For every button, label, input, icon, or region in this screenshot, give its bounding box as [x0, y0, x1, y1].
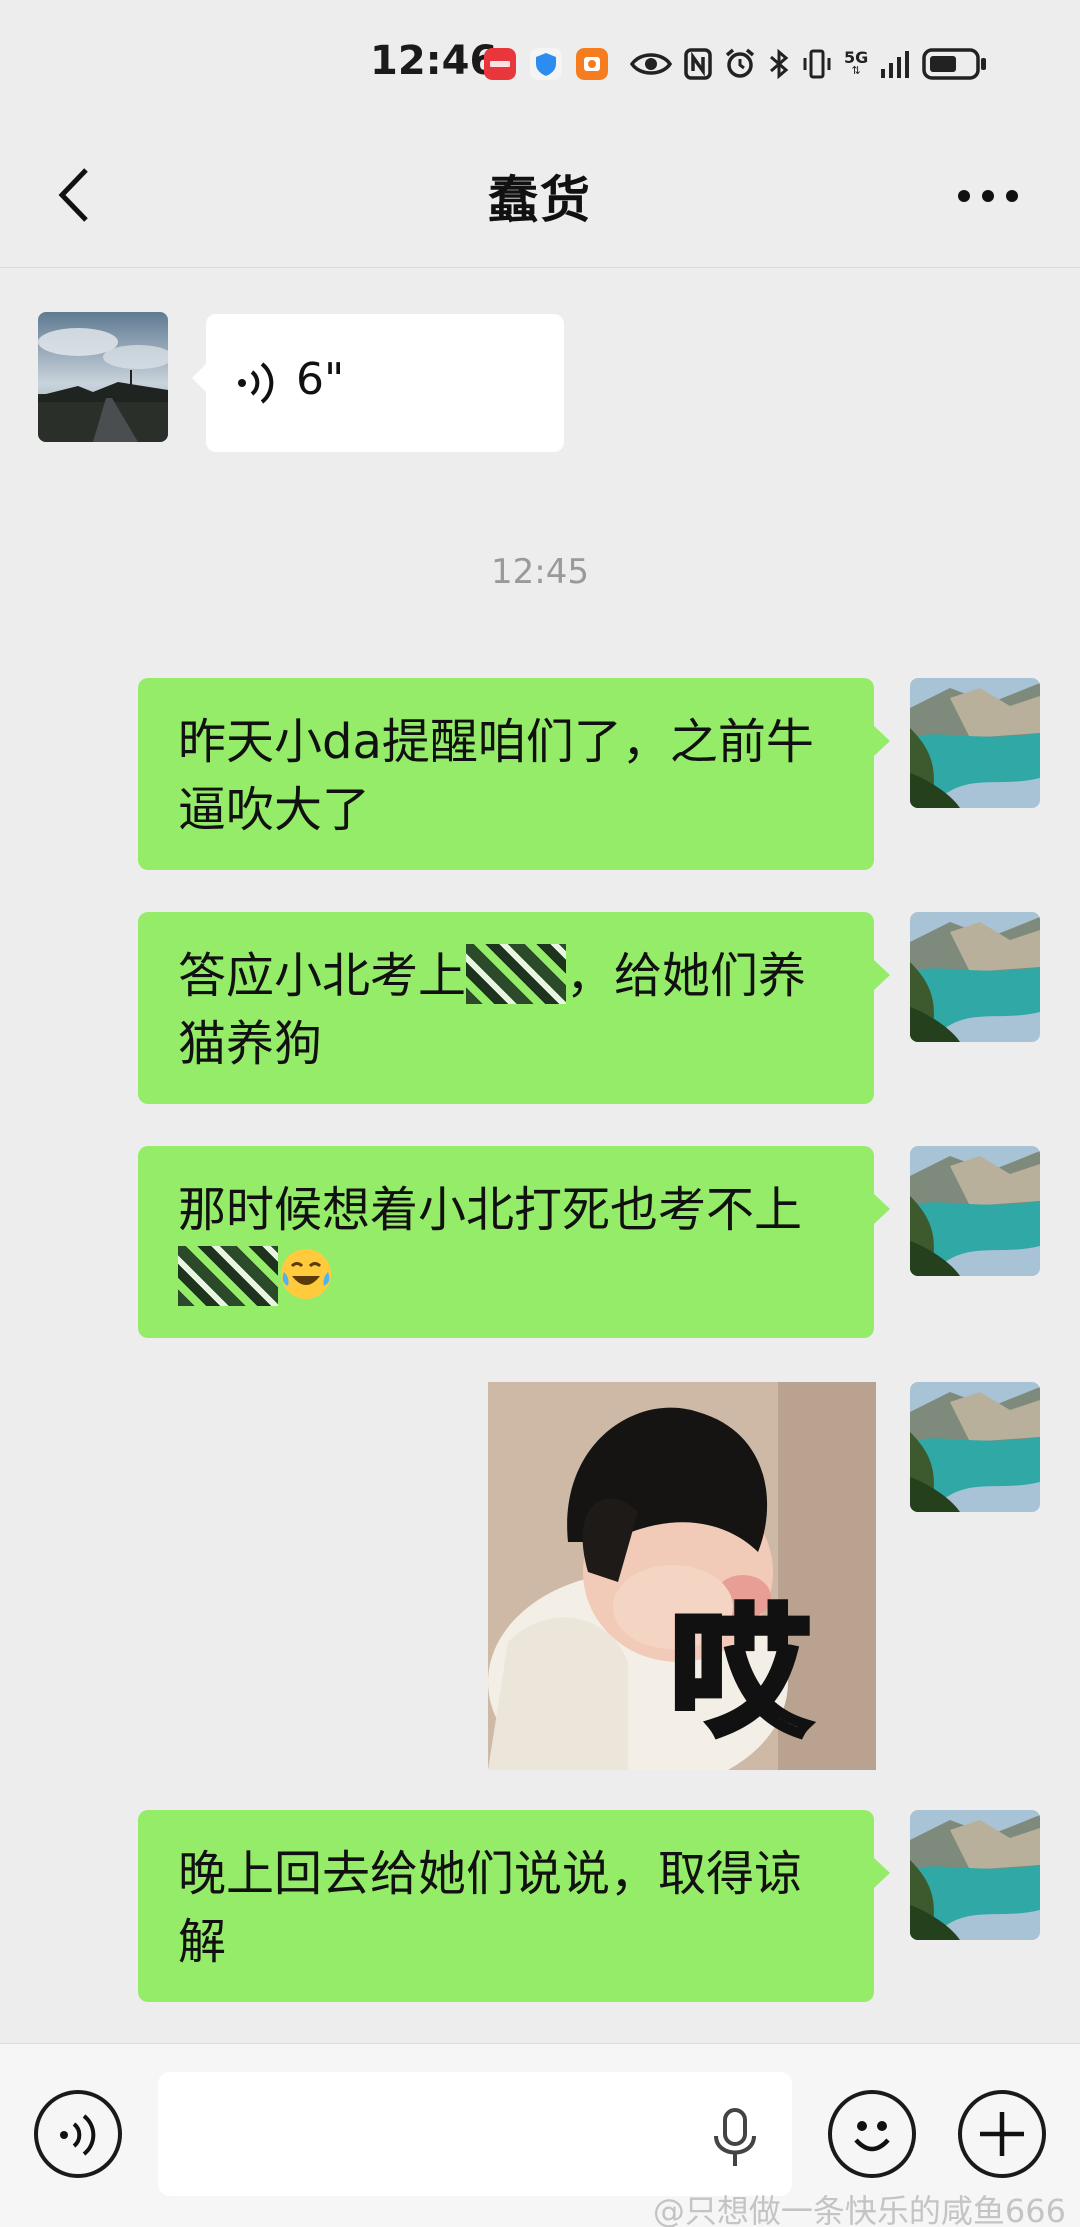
- lake-cliff-image: [910, 678, 1040, 808]
- microphone-icon[interactable]: [710, 2108, 760, 2168]
- chat-title: 蠢货: [488, 171, 592, 229]
- sent-message-bubble[interactable]: 那时候想着小北打死也考不上: [138, 1146, 890, 1338]
- bluetooth-icon: [770, 48, 789, 80]
- my-avatar[interactable]: [910, 1382, 1040, 1512]
- battery-icon: [922, 48, 987, 80]
- lake-cliff-image: [910, 1146, 1040, 1276]
- sent-message-bubble[interactable]: 昨天小da提醒咱们了，之前牛逼吹大了: [138, 678, 890, 870]
- lake-cliff-image: [910, 1382, 1040, 1512]
- signal-icon: [881, 51, 910, 78]
- message-input[interactable]: [158, 2072, 792, 2196]
- more-options-icon[interactable]: [956, 184, 1020, 208]
- voice-wave-icon: [238, 362, 274, 404]
- smiley-icon: [854, 2121, 890, 2152]
- vibrate-icon: [803, 49, 831, 79]
- network-type: 5G ⇅: [844, 48, 869, 77]
- notification-icons: [484, 44, 608, 84]
- voice-duration: 6": [296, 354, 345, 405]
- my-avatar[interactable]: [910, 1146, 1040, 1276]
- my-avatar[interactable]: [910, 912, 1040, 1042]
- voice-wave-icon: [60, 2114, 96, 2156]
- redacted-text: [178, 1246, 278, 1306]
- shield-app-icon: [530, 48, 562, 80]
- road-landscape-image: [38, 312, 168, 442]
- voice-input-button[interactable]: [34, 2090, 122, 2178]
- chat-header: 蠢货: [0, 130, 1080, 268]
- status-time: 12:46: [370, 38, 498, 84]
- alarm-icon: [725, 48, 755, 78]
- message-text-before: 答应小北考上: [178, 948, 467, 1004]
- orange-app-icon: [576, 48, 608, 80]
- sent-message-bubble[interactable]: 晚上回去给她们说说，取得谅解: [138, 1810, 890, 2002]
- message-text: 昨天小da提醒咱们了，之前牛逼吹大了: [178, 714, 814, 838]
- my-avatar[interactable]: [910, 678, 1040, 808]
- sticker-image[interactable]: 哎: [488, 1382, 876, 1770]
- emoji-button[interactable]: [828, 2090, 916, 2178]
- redacted-text: [466, 944, 567, 1004]
- laughing-crying-emoji-icon: [281, 1249, 331, 1299]
- status-bar: 12:46 5G ⇅: [0, 0, 1080, 130]
- voice-message-bubble[interactable]: 6": [192, 314, 564, 452]
- nfc-icon: [684, 48, 712, 80]
- weibo-watermark: @只想做一条快乐的咸鱼666: [652, 2192, 1066, 2227]
- lake-cliff-image: [910, 1810, 1040, 1940]
- contact-avatar[interactable]: [38, 312, 168, 442]
- sticker-caption: 哎: [667, 1593, 813, 1756]
- message-text: 晚上回去给她们说说，取得谅解: [178, 1846, 803, 1970]
- my-avatar[interactable]: [910, 1810, 1040, 1940]
- sent-message-bubble[interactable]: 答应小北考上 ，给她们养猫养狗: [138, 912, 890, 1104]
- system-icons: 5G ⇅: [630, 44, 988, 84]
- eye-icon: [630, 53, 672, 75]
- more-functions-button[interactable]: [958, 2090, 1046, 2178]
- message-timestamp: 12:45: [491, 552, 589, 592]
- message-text-before: 那时候想着小北打死也考不上: [178, 1182, 803, 1238]
- plus-icon: [980, 2112, 1024, 2156]
- huawei-app-icon: [484, 48, 516, 80]
- lake-cliff-image: [910, 912, 1040, 1042]
